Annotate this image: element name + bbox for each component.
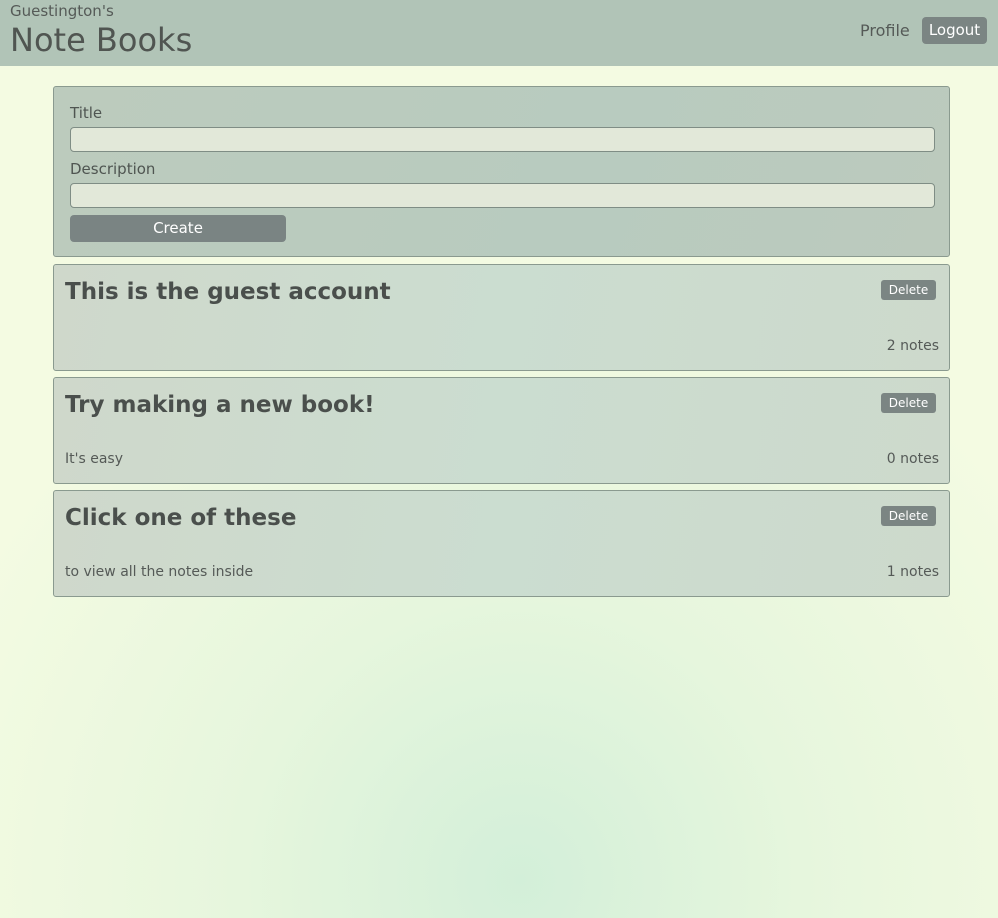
delete-button[interactable]: Delete (881, 506, 936, 526)
title-label: Title (70, 104, 103, 122)
create-button[interactable]: Create (70, 215, 286, 242)
create-book-form: Title Description Create (53, 86, 950, 257)
book-title: This is the guest account (65, 279, 391, 305)
book-note-count: 1 notes (886, 564, 939, 580)
book-card[interactable]: This is the guest account Delete 2 notes (53, 264, 950, 371)
book-card[interactable]: Try making a new book! Delete It's easy … (53, 377, 950, 484)
book-title: Click one of these (65, 505, 297, 531)
description-input[interactable] (70, 183, 935, 208)
logout-button[interactable]: Logout (922, 17, 987, 44)
book-description: It's easy (65, 451, 123, 467)
description-label: Description (70, 160, 156, 178)
delete-button[interactable]: Delete (881, 393, 936, 413)
title-input[interactable] (70, 127, 935, 152)
book-note-count: 2 notes (886, 338, 939, 354)
book-description: to view all the notes inside (65, 564, 254, 580)
book-note-count: 0 notes (886, 451, 939, 467)
top-navbar: Guestington's Note Books Profile Logout (0, 0, 998, 66)
book-title: Try making a new book! (65, 392, 375, 418)
profile-link[interactable]: Profile (860, 21, 910, 40)
book-card[interactable]: Click one of these Delete to view all th… (53, 490, 950, 597)
delete-button[interactable]: Delete (881, 280, 936, 300)
owner-name: Guestington's (10, 2, 114, 20)
page-title: Note Books (10, 21, 193, 59)
